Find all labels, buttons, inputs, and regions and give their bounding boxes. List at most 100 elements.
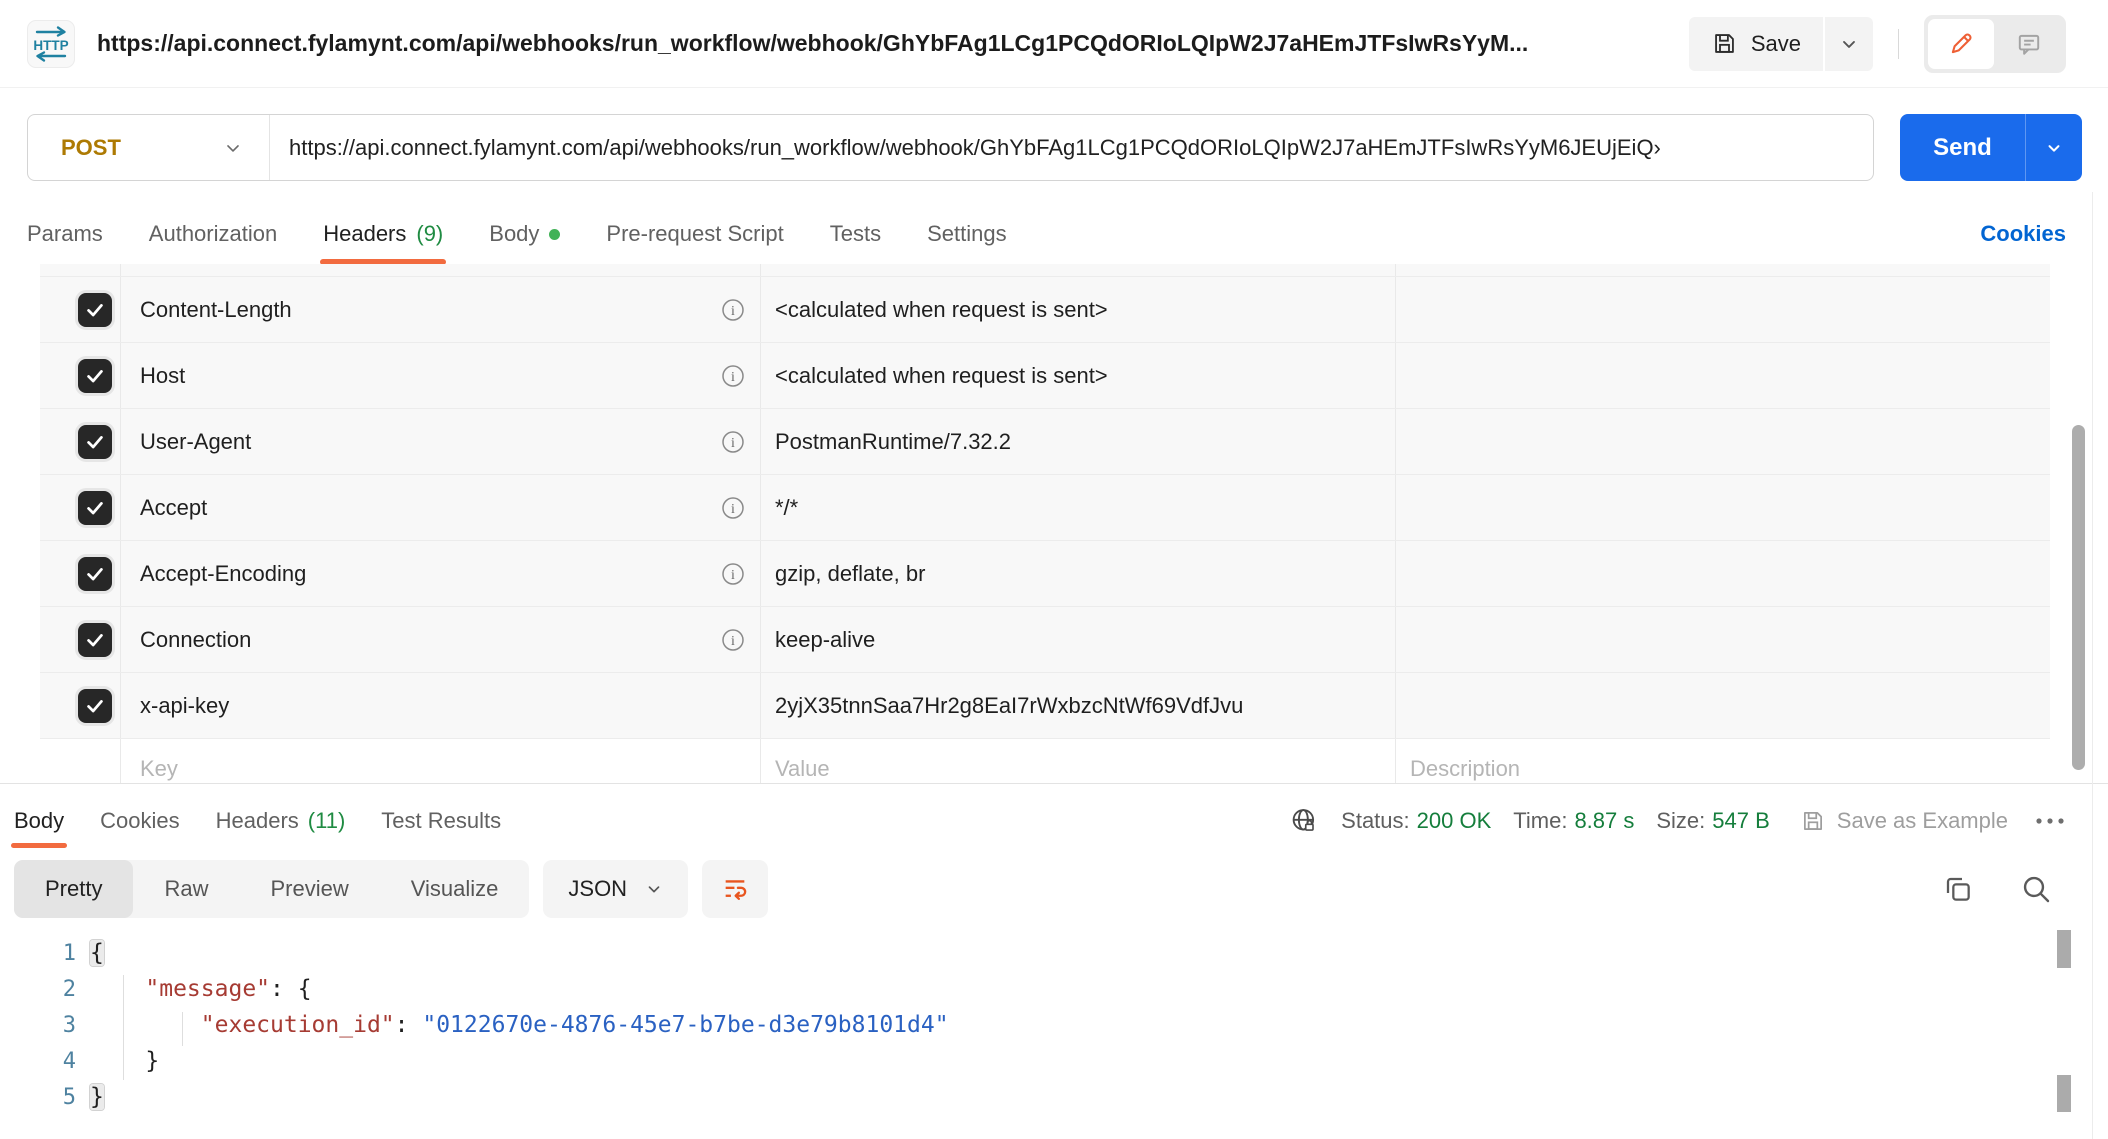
key-placeholder[interactable]: Key <box>140 756 178 782</box>
time-value[interactable]: 8.87 s <box>1574 808 1634 834</box>
column-divider <box>1395 475 1396 540</box>
send-button[interactable]: Send <box>1900 114 2026 181</box>
network-globe-lock-icon[interactable] <box>1289 806 1319 836</box>
header-key[interactable]: Content-Length <box>140 297 292 323</box>
checkmark-icon <box>84 629 106 651</box>
http-icon: HTTP <box>29 22 73 66</box>
header-key[interactable]: Host <box>140 363 185 389</box>
view-preview-button[interactable]: Preview <box>239 860 379 918</box>
copy-button[interactable] <box>1942 873 1974 905</box>
new-header-row[interactable]: Key Value Description <box>40 739 2050 783</box>
edit-comment-toggle <box>1924 15 2066 73</box>
header-key[interactable]: Connection <box>140 627 251 653</box>
line-number[interactable]: 5 <box>0 1085 76 1110</box>
header-value[interactable]: 2yjX35tnnSaa7Hr2g8EaI7rWxbzcNtWf69VdfJvu <box>775 693 1243 719</box>
line-number[interactable]: 3 <box>0 1013 76 1038</box>
code-token-ws <box>90 976 145 1002</box>
send-dropdown-button[interactable] <box>2026 114 2082 181</box>
save-dropdown-button[interactable] <box>1825 17 1873 71</box>
more-options-button[interactable] <box>2034 815 2066 827</box>
response-tab-test-results[interactable]: Test Results <box>381 784 501 858</box>
save-floppy-icon <box>1711 30 1738 57</box>
format-selector[interactable]: JSON <box>543 860 688 918</box>
column-divider <box>120 409 121 474</box>
description-placeholder[interactable]: Description <box>1410 756 1520 782</box>
tab-label: Authorization <box>149 221 277 247</box>
save-as-example-button[interactable]: Save as Example <box>1800 808 2008 834</box>
header-key[interactable]: User-Agent <box>140 429 251 455</box>
cookies-link[interactable]: Cookies <box>1980 202 2066 266</box>
tab-label: Body <box>14 808 64 834</box>
row-checkbox[interactable] <box>78 557 112 591</box>
row-checkbox[interactable] <box>78 689 112 723</box>
line-number[interactable]: 2 <box>0 977 76 1002</box>
header-row-content-length: Content-Length i <calculated when request … <box>40 277 2050 343</box>
row-checkbox[interactable] <box>78 293 112 327</box>
wrap-text-button[interactable] <box>702 860 768 918</box>
header-value[interactable]: PostmanRuntime/7.32.2 <box>775 429 1011 455</box>
editor-scrollbar-thumb[interactable] <box>2057 1075 2071 1112</box>
tab-settings[interactable]: Settings <box>927 202 1007 266</box>
pane-edge-border <box>2092 192 2093 1139</box>
header-value[interactable]: keep-alive <box>775 627 875 653</box>
size-label: Size: <box>1656 808 1705 834</box>
line-number[interactable]: 4 <box>0 1049 76 1074</box>
headers-scrollbar-thumb[interactable] <box>2072 425 2085 770</box>
header-key[interactable]: x-api-key <box>140 693 229 719</box>
response-tab-headers[interactable]: Headers(11) <box>216 784 346 858</box>
save-button[interactable]: Save <box>1689 17 1823 71</box>
info-icon: i <box>720 429 746 455</box>
row-checkbox[interactable] <box>78 623 112 657</box>
response-body-editor[interactable]: 1{2 "message": {3 "execution_id": "01226… <box>0 928 2018 1139</box>
text-wrap-icon <box>721 875 749 903</box>
search-icon <box>2020 873 2052 905</box>
line-number[interactable]: 1 <box>0 941 76 966</box>
format-label: JSON <box>568 876 627 902</box>
column-divider <box>760 607 761 672</box>
comment-mode-button[interactable] <box>1996 19 2062 69</box>
tab-headers[interactable]: Headers(9) <box>323 202 443 266</box>
view-pretty-button[interactable]: Pretty <box>14 860 133 918</box>
svg-text:i: i <box>731 370 735 385</box>
checkmark-icon <box>84 695 106 717</box>
row-checkbox[interactable] <box>78 425 112 459</box>
edit-mode-button[interactable] <box>1928 19 1994 69</box>
status-value[interactable]: 200 OK <box>1417 808 1492 834</box>
header-key[interactable]: Accept <box>140 495 207 521</box>
view-visualize-button[interactable]: Visualize <box>380 860 530 918</box>
tab-authorization[interactable]: Authorization <box>149 202 277 266</box>
value-placeholder[interactable]: Value <box>775 756 830 782</box>
header-key[interactable]: Accept-Encoding <box>140 561 306 587</box>
ellipsis-icon <box>2034 815 2066 827</box>
header-value[interactable]: */* <box>775 495 798 521</box>
column-divider <box>760 343 761 408</box>
method-selector[interactable]: POST <box>28 115 270 180</box>
row-checkbox[interactable] <box>78 491 112 525</box>
response-tab-body[interactable]: Body <box>14 784 64 858</box>
row-checkbox[interactable] <box>78 359 112 393</box>
checkmark-icon <box>84 365 106 387</box>
column-divider <box>1395 673 1396 738</box>
copy-icon <box>1942 873 1974 905</box>
tab-body[interactable]: Body <box>489 202 560 266</box>
size-value[interactable]: 547 B <box>1712 808 1770 834</box>
info-icon: i <box>720 561 746 587</box>
response-toolbar-icons <box>1942 860 2052 918</box>
response-scrollbar-thumb[interactable] <box>2057 930 2071 968</box>
header-value[interactable]: <calculated when request is sent> <box>775 297 1108 323</box>
view-raw-button[interactable]: Raw <box>133 860 239 918</box>
tab-count-badge: (9) <box>416 221 443 247</box>
tab-params[interactable]: Params <box>27 202 103 266</box>
postman-app-window: HTTP https://api.connect.fylamynt.com/ap… <box>0 0 2108 1139</box>
header-value[interactable]: <calculated when request is sent> <box>775 363 1108 389</box>
header-value[interactable]: gzip, deflate, br <box>775 561 925 587</box>
search-button[interactable] <box>2020 873 2052 905</box>
code-token-key: "execution_id" <box>201 1012 395 1038</box>
header-row-user-agent: User-Agent i PostmanRuntime/7.32.2 <box>40 409 2050 475</box>
info-icon: i <box>720 297 746 323</box>
tab-tests[interactable]: Tests <box>830 202 881 266</box>
response-tab-cookies[interactable]: Cookies <box>100 784 179 858</box>
url-input[interactable]: https://api.connect.fylamynt.com/api/web… <box>270 115 1873 180</box>
code-line: 5} <box>0 1079 2018 1115</box>
tab-pre-request-script[interactable]: Pre-request Script <box>606 202 783 266</box>
